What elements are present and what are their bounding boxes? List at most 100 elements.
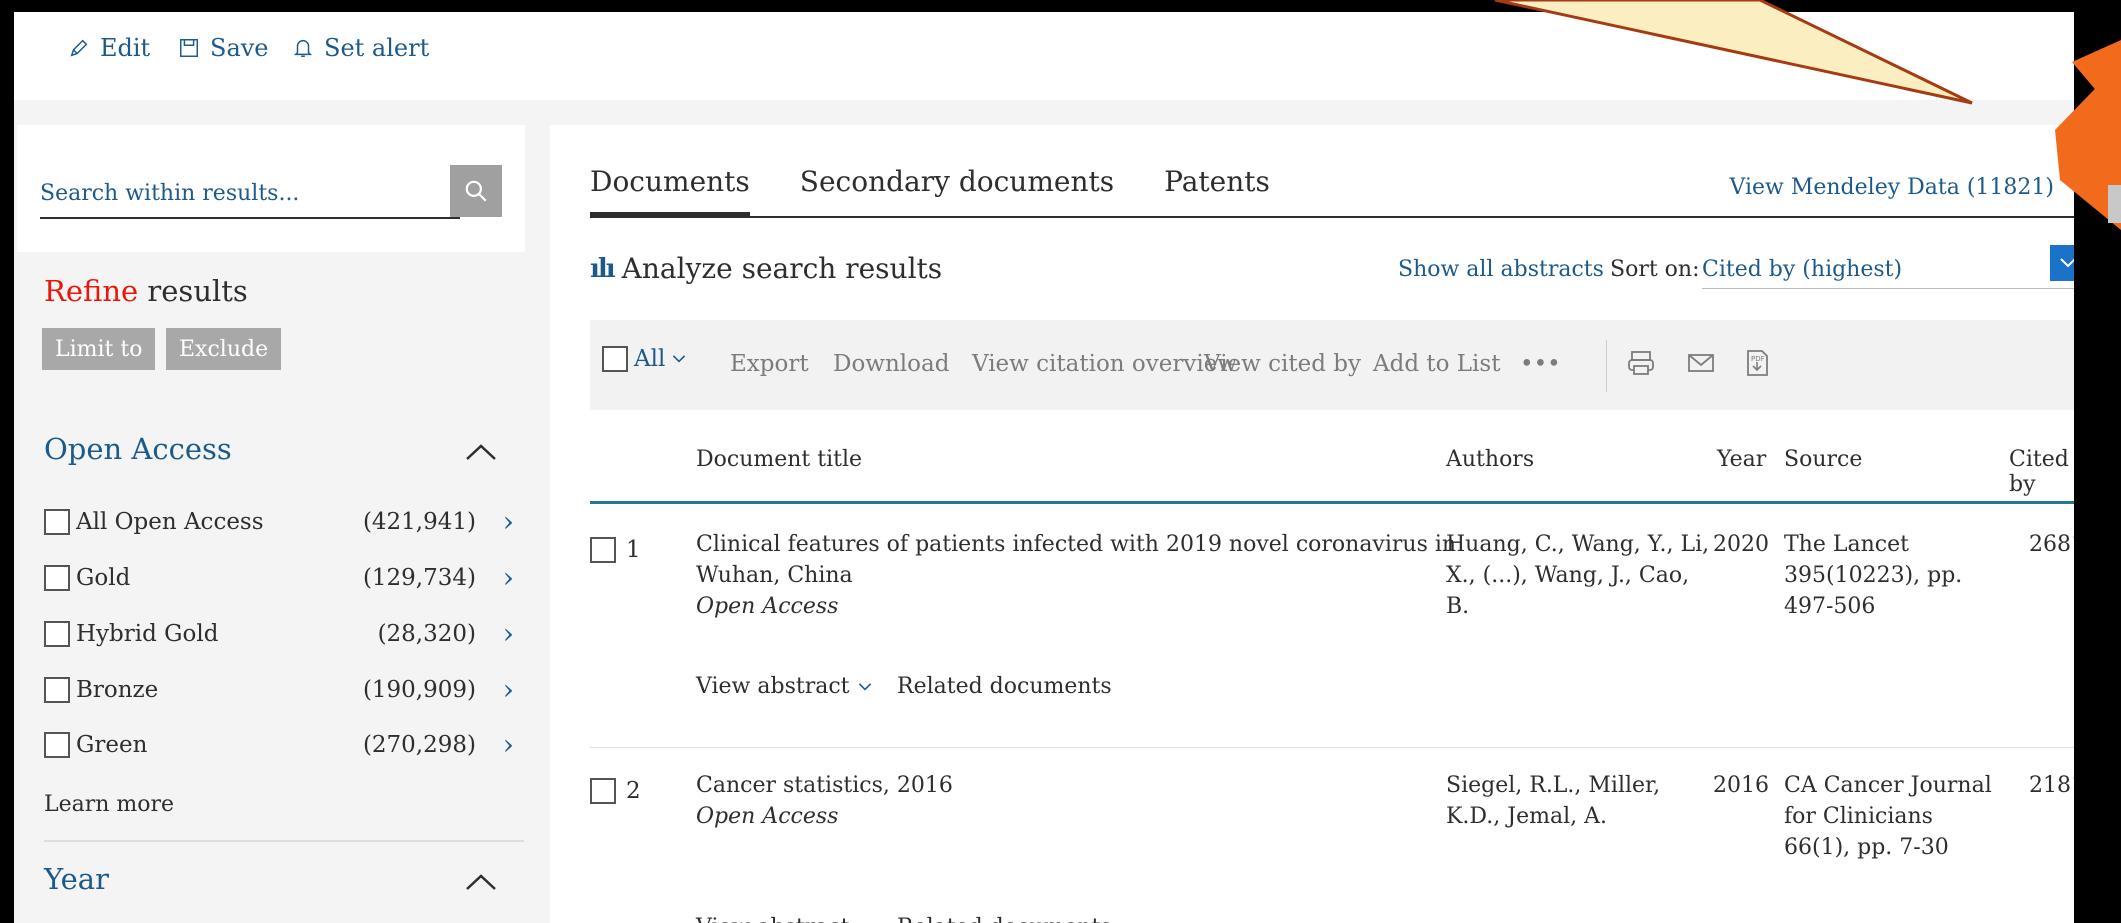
- source-line-1[interactable]: CA Cancer Journal: [1784, 773, 1992, 798]
- facet-count: (28,320): [377, 621, 476, 647]
- facet-label: Bronze: [76, 677, 159, 703]
- authors-line-1[interactable]: Huang, C., Wang, Y., Li,: [1446, 532, 1709, 557]
- column-header-authors[interactable]: Authors: [1446, 447, 1534, 472]
- bar-chart-icon: ılı: [590, 253, 616, 284]
- view-cited-by-button[interactable]: View cited by: [1204, 351, 1361, 377]
- orange-arrow-tip: [2072, 40, 2121, 120]
- search-within-box: [17, 125, 525, 252]
- source-line-3: 66(1), pp. 7-30: [1784, 835, 1949, 860]
- facet-hybrid-gold[interactable]: Hybrid Gold (28,320) ›: [44, 617, 524, 651]
- checkbox[interactable]: [44, 732, 70, 758]
- authors-line-2[interactable]: X., (...), Wang, J., Cao,: [1446, 563, 1689, 588]
- document-title-cell: Cancer statistics, 2016 Open Access: [696, 770, 953, 832]
- show-all-abstracts-link[interactable]: Show all abstracts: [1398, 257, 1604, 282]
- document-title-link[interactable]: Cancer statistics, 2016: [696, 770, 953, 801]
- select-all-checkbox[interactable]: [602, 346, 628, 372]
- chevron-right-icon[interactable]: ›: [503, 676, 514, 704]
- chevron-right-icon[interactable]: ›: [503, 564, 514, 592]
- checkbox[interactable]: [44, 677, 70, 703]
- sort-dropdown-button[interactable]: [2050, 245, 2074, 281]
- select-all-dropdown[interactable]: All: [602, 346, 687, 372]
- chevron-up-icon[interactable]: [464, 872, 498, 892]
- search-within-input[interactable]: [40, 169, 460, 219]
- exclude-button[interactable]: Exclude: [166, 328, 282, 370]
- tab-patents[interactable]: Patents: [1164, 165, 1270, 217]
- row-divider: [590, 747, 2074, 748]
- results-word: results: [138, 274, 248, 308]
- sort-select[interactable]: Cited by (highest): [1702, 257, 2074, 289]
- more-actions-button[interactable]: •••: [1520, 351, 1561, 377]
- row-checkbox[interactable]: [590, 537, 616, 563]
- view-abstract-toggle[interactable]: View abstract: [696, 674, 873, 699]
- open-access-title[interactable]: Open Access: [44, 432, 232, 466]
- facet-count: (129,734): [362, 565, 476, 591]
- authors-line-1[interactable]: Siegel, R.L., Miller,: [1446, 773, 1660, 798]
- limit-to-button[interactable]: Limit to: [42, 328, 156, 370]
- view-citation-overview-button[interactable]: View citation overview: [972, 351, 1237, 377]
- source-line-1[interactable]: The Lancet: [1784, 532, 1909, 557]
- tab-secondary-documents[interactable]: Secondary documents: [800, 165, 1114, 217]
- download-button[interactable]: Download: [833, 351, 949, 377]
- related-documents-link[interactable]: Related documents: [897, 674, 1112, 699]
- chevron-right-icon[interactable]: ›: [503, 620, 514, 648]
- pdf-icon[interactable]: PDF: [1742, 348, 1772, 378]
- facet-bronze[interactable]: Bronze (190,909) ›: [44, 673, 524, 707]
- mail-icon[interactable]: [1686, 348, 1716, 378]
- view-mendeley-data-link[interactable]: View Mendeley Data (11821): [1729, 175, 2054, 200]
- analyze-search-results-link[interactable]: ılı Analyze search results: [590, 252, 942, 285]
- facet-count: (270,298): [362, 732, 476, 758]
- cited-by-cell[interactable]: 26813: [2029, 529, 2074, 560]
- add-to-list-button[interactable]: Add to List: [1373, 351, 1500, 377]
- table-row: 1: [590, 537, 641, 563]
- facet-gold[interactable]: Gold (129,734) ›: [44, 561, 524, 595]
- document-title-link[interactable]: Clinical features of patients infected w…: [696, 529, 1456, 591]
- column-header-year[interactable]: Year: [1717, 447, 1766, 472]
- checkbox[interactable]: [44, 509, 70, 535]
- chevron-down-icon: [673, 355, 686, 363]
- table-row: 2: [590, 778, 641, 804]
- year-title[interactable]: Year: [44, 862, 109, 896]
- authors-line-3[interactable]: B.: [1446, 594, 1469, 619]
- app-frame: Edit Save Set alert Refine results Limit…: [14, 12, 2074, 923]
- year-cell: 2020: [1713, 532, 1769, 557]
- open-access-label: Open Access: [696, 804, 839, 829]
- floppy-icon: [180, 39, 198, 57]
- set-alert-label: Set alert: [324, 34, 430, 62]
- facet-green[interactable]: Green (270,298) ›: [44, 728, 524, 762]
- authors-line-2[interactable]: K.D., Jemal, A.: [1446, 804, 1607, 829]
- chevron-up-icon[interactable]: [464, 442, 498, 462]
- source-line-2[interactable]: for Clinicians: [1784, 804, 1933, 829]
- sort-label: Sort on:: [1610, 257, 1700, 282]
- chevron-down-icon: [858, 683, 871, 691]
- column-header-title[interactable]: Document title: [696, 447, 862, 472]
- checkbox[interactable]: [44, 621, 70, 647]
- chevron-right-icon[interactable]: ›: [503, 508, 514, 536]
- view-abstract-toggle[interactable]: View abstract: [696, 915, 873, 923]
- facet-all-open-access[interactable]: All Open Access (421,941) ›: [44, 505, 524, 539]
- scrollbar-thumb[interactable]: [2108, 185, 2121, 223]
- column-header-source[interactable]: Source: [1784, 447, 1862, 472]
- top-toolbar: Edit Save Set alert: [14, 12, 2074, 100]
- chevron-right-icon[interactable]: ›: [503, 731, 514, 759]
- cited-by-cell[interactable]: 21810: [2029, 770, 2074, 801]
- row-checkbox[interactable]: [590, 778, 616, 804]
- save-button[interactable]: Save: [178, 34, 269, 62]
- export-button[interactable]: Export: [730, 351, 809, 377]
- facet-count: (190,909): [362, 677, 476, 703]
- related-documents-link[interactable]: Related documents: [897, 915, 1112, 923]
- learn-more-link[interactable]: Learn more: [44, 792, 174, 817]
- bell-icon: [293, 40, 313, 57]
- tab-documents[interactable]: Documents: [590, 165, 750, 217]
- edit-button[interactable]: Edit: [68, 34, 150, 62]
- divider: [44, 840, 524, 842]
- row-number: 1: [626, 537, 641, 563]
- document-title-cell: Clinical features of patients infected w…: [696, 529, 1456, 622]
- printer-icon[interactable]: [1626, 348, 1656, 378]
- checkbox[interactable]: [44, 565, 70, 591]
- column-header-cited-by[interactable]: Cited by: [2009, 447, 2074, 497]
- refine-results-heading: Refine results: [44, 274, 248, 308]
- facet-label: Green: [76, 732, 148, 758]
- set-alert-button[interactable]: Set alert: [292, 34, 429, 62]
- search-button[interactable]: [450, 165, 502, 217]
- source-cell: CA Cancer Journal for Clinicians 66(1), …: [1784, 770, 1992, 863]
